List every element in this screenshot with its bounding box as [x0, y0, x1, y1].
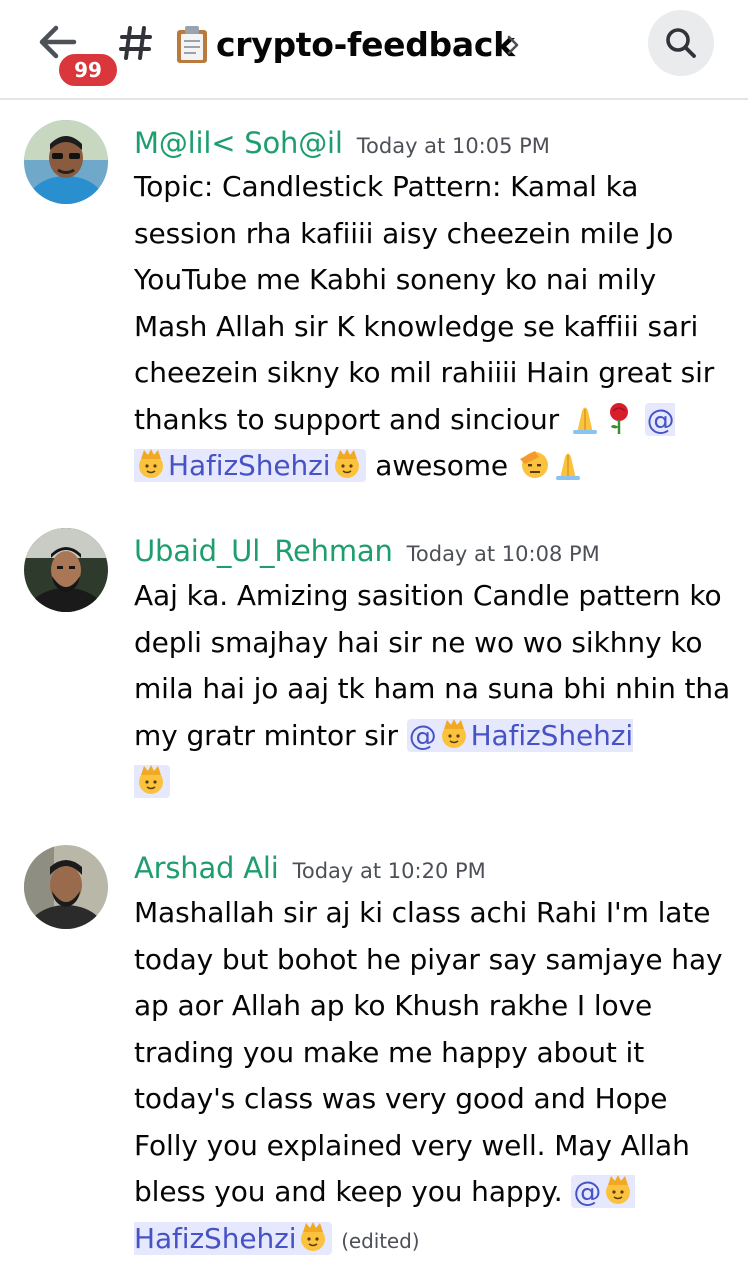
- prince-emoji: [139, 765, 163, 794]
- hash-icon: [119, 26, 152, 60]
- timestamp: Today at 10:20 PM: [292, 859, 486, 883]
- author-name[interactable]: Ubaid_Ul_Rehman: [134, 534, 393, 568]
- edited-label: (edited): [341, 1228, 420, 1253]
- prince-emoji: [606, 1175, 631, 1204]
- saluting-face-emoji: [519, 451, 548, 478]
- author-name[interactable]: Arshad Ali: [134, 851, 279, 885]
- message-text: Topic: Candlestick Pattern: Kamal ka ses…: [134, 170, 715, 436]
- message[interactable]: M@lil< Soh@il Today at 10:05 PM Topic: Ca…: [0, 118, 748, 498]
- message-meta: M@lil< Soh@il Today at 10:05 PM: [134, 126, 550, 160]
- channel-header: 99 crypto-feedback: [0, 0, 748, 100]
- channel-name[interactable]: crypto-feedback: [216, 22, 515, 68]
- search-button[interactable]: [648, 10, 714, 76]
- message-body: Aaj ka. Amizing sasition Candle pattern …: [134, 573, 734, 806]
- message-meta: Arshad Ali Today at 10:20 PM: [134, 851, 486, 885]
- avatar[interactable]: [24, 845, 108, 929]
- message-body: Topic: Candlestick Pattern: Kamal ka ses…: [134, 164, 734, 490]
- message-text: Mashallah sir aj ki class achi Rahi I'm …: [134, 896, 723, 1208]
- author-name[interactable]: M@lil< Soh@il: [134, 126, 343, 160]
- message[interactable]: Arshad Ali Today at 10:20 PM Mashallah si…: [0, 845, 748, 1265]
- avatar[interactable]: [24, 528, 108, 612]
- clipboard-icon: [177, 26, 207, 63]
- prince-emoji: [301, 1221, 326, 1251]
- message-text: awesome: [366, 449, 517, 482]
- rose-emoji: [609, 402, 628, 434]
- prince-emoji: [441, 718, 466, 748]
- timestamp: Today at 10:05 PM: [356, 134, 550, 158]
- avatar[interactable]: [24, 120, 108, 204]
- folded-hands-emoji: [555, 453, 580, 480]
- message[interactable]: Ubaid_Ul_Rehman Today at 10:08 PM Aaj ka.…: [0, 528, 748, 808]
- search-icon: [666, 28, 696, 58]
- message-meta: Ubaid_Ul_Rehman Today at 10:08 PM: [134, 534, 600, 568]
- folded-hands-emoji: [572, 407, 597, 434]
- prince-emoji: [139, 449, 163, 478]
- timestamp: Today at 10:08 PM: [406, 542, 600, 566]
- unread-badge: 99: [56, 51, 120, 89]
- message-body: Mashallah sir aj ki class achi Rahi I'm …: [134, 890, 734, 1264]
- chevron-right-icon[interactable]: [506, 34, 520, 56]
- prince-emoji: [335, 449, 360, 478]
